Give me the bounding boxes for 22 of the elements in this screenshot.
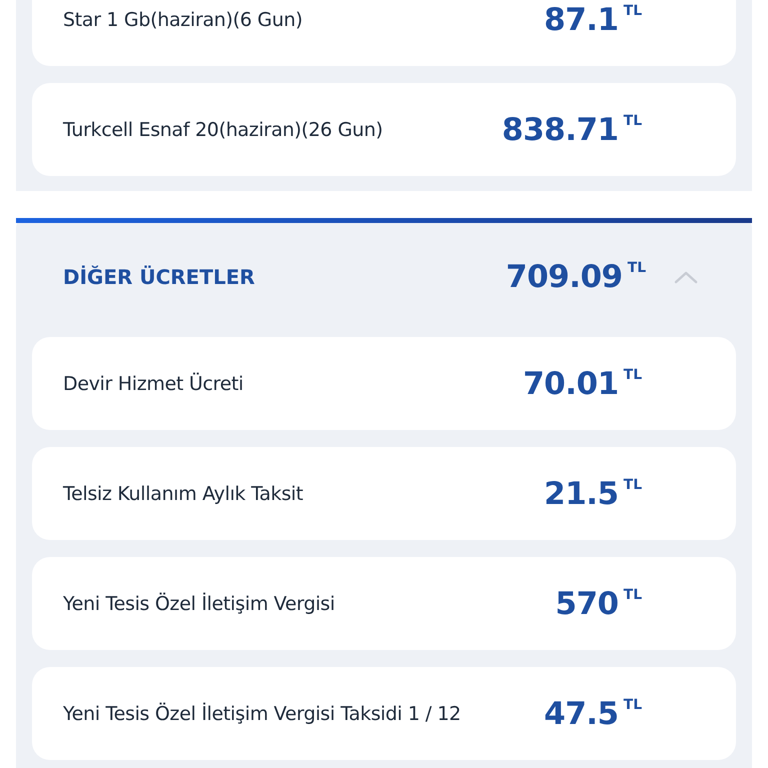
charge-label: Yeni Tesis Özel İletişim Vergisi [63, 592, 336, 614]
currency-label: TL [624, 366, 642, 382]
charge-amount: 838.71 [502, 112, 619, 148]
charge-amount: 570 [555, 586, 619, 622]
currency-label: TL [624, 476, 642, 492]
charge-amount: 87.1 [544, 2, 619, 38]
currency-label: TL [628, 260, 646, 276]
currency-label: TL [624, 586, 642, 602]
currency-label: TL [624, 112, 642, 128]
charge-amount: 21.5 [544, 476, 619, 512]
charge-label: Telsiz Kullanım Aylık Taksit [63, 482, 304, 504]
charge-amount: 70.01 [522, 366, 619, 402]
currency-label: TL [624, 2, 642, 18]
section-title: DİĞER ÜCRETLER [63, 264, 256, 288]
charge-label: Yeni Tesis Özel İletişim Vergisi Taksidi 1 / 12 [63, 702, 462, 724]
charge-label: Devir Hizmet Ücreti [63, 372, 244, 394]
section-total: 709.09 [506, 258, 623, 294]
charge-label: Turkcell Esnaf 20(haziran)(26 Gun) [63, 118, 384, 140]
chevron-up-icon[interactable] [674, 270, 698, 284]
currency-label: TL [624, 696, 642, 712]
charge-amount: 47.5 [544, 696, 619, 732]
charge-label: Star 1 Gb(haziran)(6 Gun) [63, 8, 304, 30]
